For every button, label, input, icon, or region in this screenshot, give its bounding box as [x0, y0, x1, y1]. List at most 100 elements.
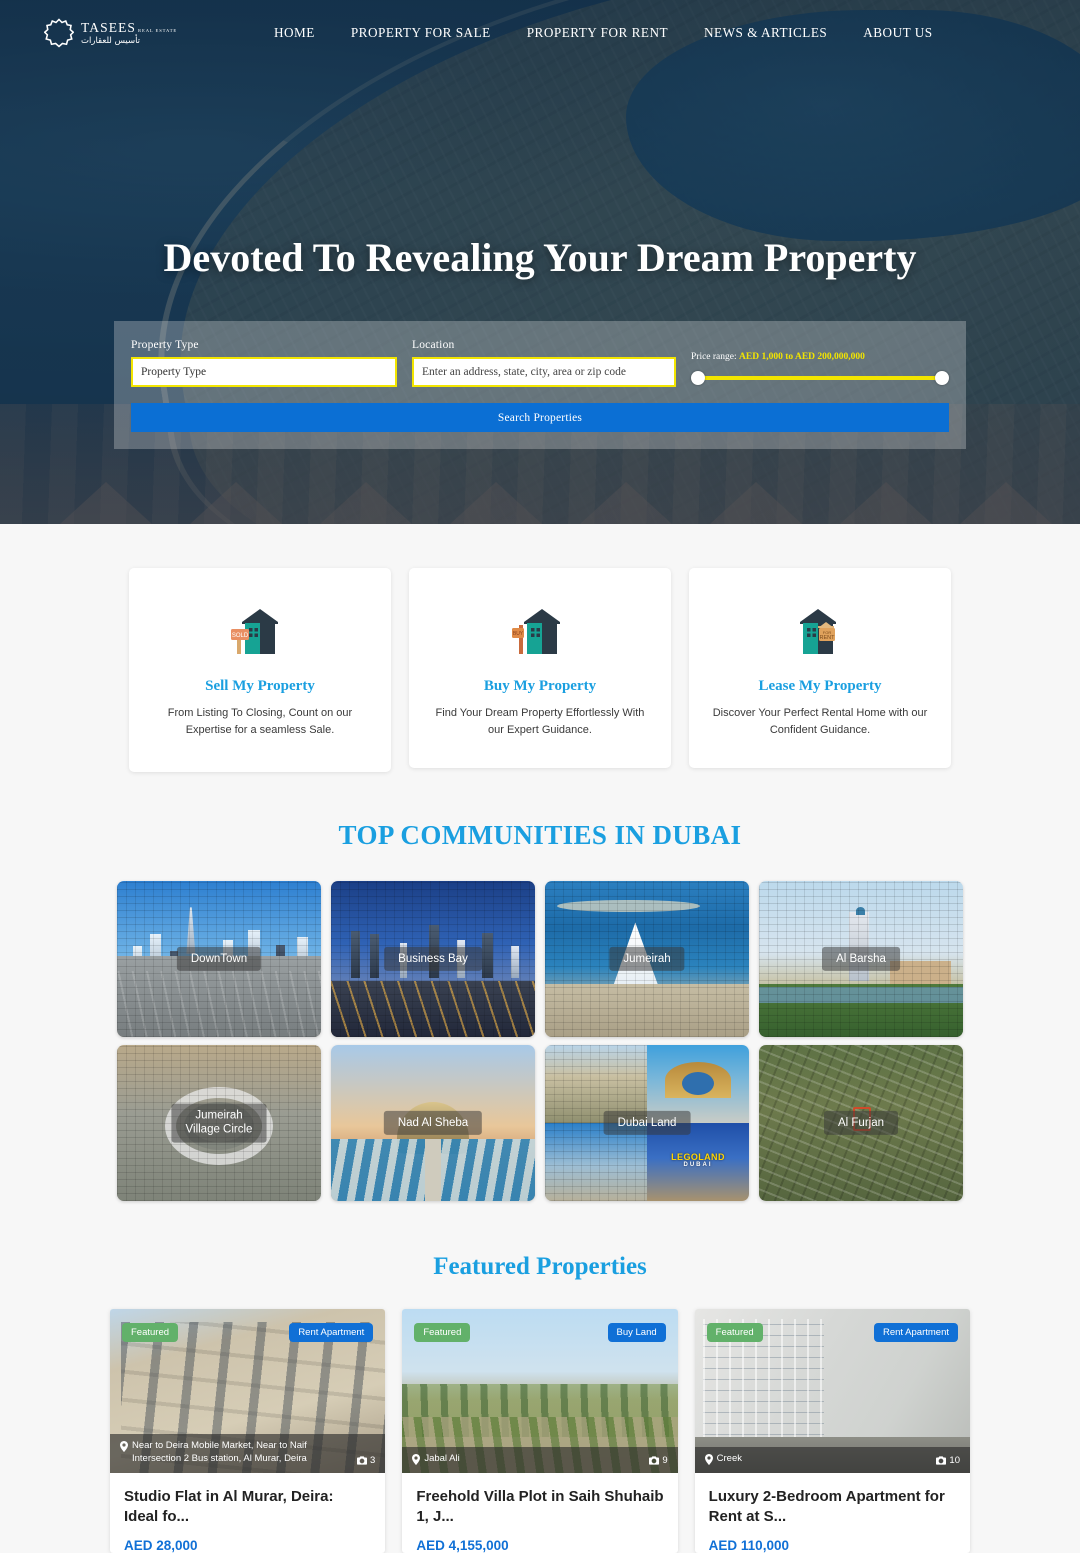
map-pin-icon: [120, 1441, 128, 1453]
price-range-slider[interactable]: [691, 371, 949, 385]
community-card-downtown[interactable]: DownTown: [117, 881, 321, 1037]
site-header: TASEES REAL ESTATE تأسيس للعقارات HOME P…: [0, 0, 1080, 66]
location-label: Location: [412, 339, 455, 351]
property-photo-count-text: 10: [949, 1455, 960, 1466]
location-input[interactable]: Enter an address, state, city, area or z…: [412, 357, 676, 387]
main-navigation: HOME PROPERTY FOR SALE PROPERTY FOR RENT…: [274, 25, 933, 41]
hero-section: TASEES REAL ESTATE تأسيس للعقارات HOME P…: [0, 0, 1080, 524]
property-image-footer: Jabal Ali 9: [402, 1447, 678, 1473]
community-label: Jumeirah: [609, 946, 685, 972]
property-location: Jabal Ali: [412, 1453, 460, 1466]
property-photo-count: 10: [936, 1455, 960, 1466]
legoland-brand-text: LEGOLAND DUBAI: [671, 1152, 725, 1168]
logo-name: TASEES: [81, 20, 137, 35]
logo-subtitle: REAL ESTATE: [138, 28, 178, 33]
logo-wordmark: TASEES REAL ESTATE تأسيس للعقارات: [81, 21, 177, 45]
price-range-field: Price range: AED 1,000 to AED 200,000,00…: [691, 352, 949, 387]
property-image: Featured Rent Apartment Creek 10: [694, 1309, 970, 1473]
property-card[interactable]: Featured Rent Apartment Near to Deira Mo…: [110, 1309, 386, 1553]
community-card-al-furjan[interactable]: Al Furjan: [759, 1045, 963, 1201]
property-photo-count: 9: [649, 1455, 668, 1466]
featured-title: Featured Properties: [433, 1253, 647, 1280]
community-label: Dubai Land: [603, 1110, 691, 1136]
property-type-input[interactable]: Property Type: [131, 357, 397, 387]
community-card-jumeirah[interactable]: Jumeirah: [545, 881, 749, 1037]
site-logo[interactable]: TASEES REAL ESTATE تأسيس للعقارات: [44, 18, 184, 48]
property-photo-count-text: 3: [370, 1455, 376, 1466]
house-sold-sign-icon: SOLD: [231, 609, 278, 654]
slider-min-handle[interactable]: [691, 371, 705, 385]
service-card-lease[interactable]: FOR RENT Lease My Property Discover Your…: [689, 568, 951, 768]
service-card-sell[interactable]: SOLD Sell My Property From Listing To Cl…: [129, 568, 391, 772]
property-photo-count-text: 9: [662, 1455, 668, 1466]
featured-badge: Featured: [414, 1323, 471, 1342]
property-location-text: Near to Deira Mobile Market, Near to Nai…: [132, 1440, 307, 1465]
property-image-footer: Creek 10: [694, 1447, 970, 1473]
nav-item-news-articles[interactable]: NEWS & ARTICLES: [704, 25, 827, 41]
price-range-label: Price range: AED 1,000 to AED 200,000,00…: [691, 352, 949, 362]
property-card[interactable]: Featured Buy Land Jabal Ali 9 Freehold V…: [402, 1309, 678, 1553]
featured-badge: Featured: [706, 1323, 763, 1342]
service-card-buy[interactable]: BUY Buy My Property Find Your Dream Prop…: [409, 568, 671, 768]
nav-item-about-us[interactable]: ABOUT US: [863, 25, 932, 41]
service-title: Buy My Property: [483, 678, 597, 694]
property-location: Near to Deira Mobile Market, Near to Nai…: [120, 1440, 349, 1466]
svg-text:RENT: RENT: [820, 635, 836, 641]
community-label: Nad Al Sheba: [383, 1110, 483, 1136]
gear-star-logo-icon: [44, 18, 74, 48]
property-search-panel: Property Type Property Type Location Ent…: [114, 321, 966, 449]
service-title: Lease My Property: [758, 678, 882, 694]
community-card-dubai-land[interactable]: LEGOLAND DUBAI Dubai Land: [545, 1045, 749, 1201]
property-image: Featured Rent Apartment Near to Deira Mo…: [110, 1309, 386, 1473]
property-price: AED 110,000: [708, 1538, 789, 1553]
property-title[interactable]: Luxury 2-Bedroom Apartment for Rent at S…: [709, 1487, 956, 1527]
community-card-al-barsha[interactable]: Al Barsha: [759, 881, 963, 1037]
house-rent-sign-icon: FOR RENT: [800, 609, 836, 654]
community-label: Business Bay: [384, 946, 482, 972]
nav-item-property-for-rent[interactable]: PROPERTY FOR RENT: [527, 25, 668, 41]
community-label: DownTown: [176, 946, 262, 972]
nav-item-home[interactable]: HOME: [274, 25, 315, 41]
featured-badge: Featured: [122, 1323, 179, 1342]
property-title[interactable]: Studio Flat in Al Murar, Deira: Ideal fo…: [124, 1487, 371, 1527]
legoland-brand-main: LEGOLAND: [671, 1152, 725, 1163]
property-location-text: Jabal Ali: [424, 1453, 460, 1465]
property-location: Creek: [704, 1453, 742, 1466]
community-card-business-bay[interactable]: Business Bay: [331, 881, 535, 1037]
camera-icon: [936, 1456, 947, 1465]
property-type-badge[interactable]: Rent Apartment: [289, 1323, 374, 1342]
property-card[interactable]: Featured Rent Apartment Creek 10 Luxury …: [694, 1309, 970, 1553]
services-section: SOLD Sell My Property From Listing To Cl…: [0, 524, 1080, 772]
service-description: From Listing To Closing, Count on our Ex…: [167, 707, 353, 737]
service-description: Discover Your Perfect Rental Home with o…: [712, 707, 928, 737]
svg-text:SOLD: SOLD: [232, 633, 249, 639]
nav-item-property-for-sale[interactable]: PROPERTY FOR SALE: [351, 25, 491, 41]
featured-properties-section: Featured Properties Featured Rent Apartm…: [0, 1201, 1080, 1553]
slider-max-handle[interactable]: [935, 371, 949, 385]
property-type-field: Property Type Property Type: [131, 339, 397, 387]
community-label: Al Furjan: [823, 1110, 899, 1136]
communities-section: TOP COMMUNITIES IN DUBAI DownTown Busine…: [0, 772, 1080, 1201]
property-price: AED 4,155,000: [416, 1538, 509, 1553]
community-card-jumeirah-village-circle[interactable]: Jumeirah Village Circle: [117, 1045, 321, 1201]
property-type-badge[interactable]: Buy Land: [607, 1323, 666, 1342]
search-properties-button[interactable]: Search Properties: [131, 403, 949, 432]
community-label: Al Barsha: [822, 946, 900, 972]
property-type-badge[interactable]: Rent Apartment: [873, 1323, 958, 1342]
property-type-label: Property Type: [131, 339, 199, 351]
camera-icon: [357, 1456, 368, 1465]
property-image: Featured Buy Land Jabal Ali 9: [402, 1309, 678, 1473]
map-pin-icon: [412, 1454, 421, 1466]
community-card-nad-al-sheba[interactable]: Nad Al Sheba: [331, 1045, 535, 1201]
camera-icon: [649, 1456, 660, 1465]
service-title: Sell My Property: [205, 678, 315, 694]
property-title[interactable]: Freehold Villa Plot in Saih Shuhaib 1, J…: [416, 1487, 663, 1527]
map-pin-icon: [704, 1454, 713, 1466]
house-buy-sign-icon: BUY: [512, 609, 560, 654]
svg-text:BUY: BUY: [513, 631, 524, 637]
communities-title: TOP COMMUNITIES IN DUBAI: [338, 820, 742, 850]
service-description: Find Your Dream Property Effortlessly Wi…: [435, 707, 645, 737]
property-photo-count: 3: [357, 1455, 375, 1466]
location-field: Location Enter an address, state, city, …: [412, 339, 676, 387]
price-range-value: AED 1,000 to AED 200,000,000: [739, 352, 865, 362]
